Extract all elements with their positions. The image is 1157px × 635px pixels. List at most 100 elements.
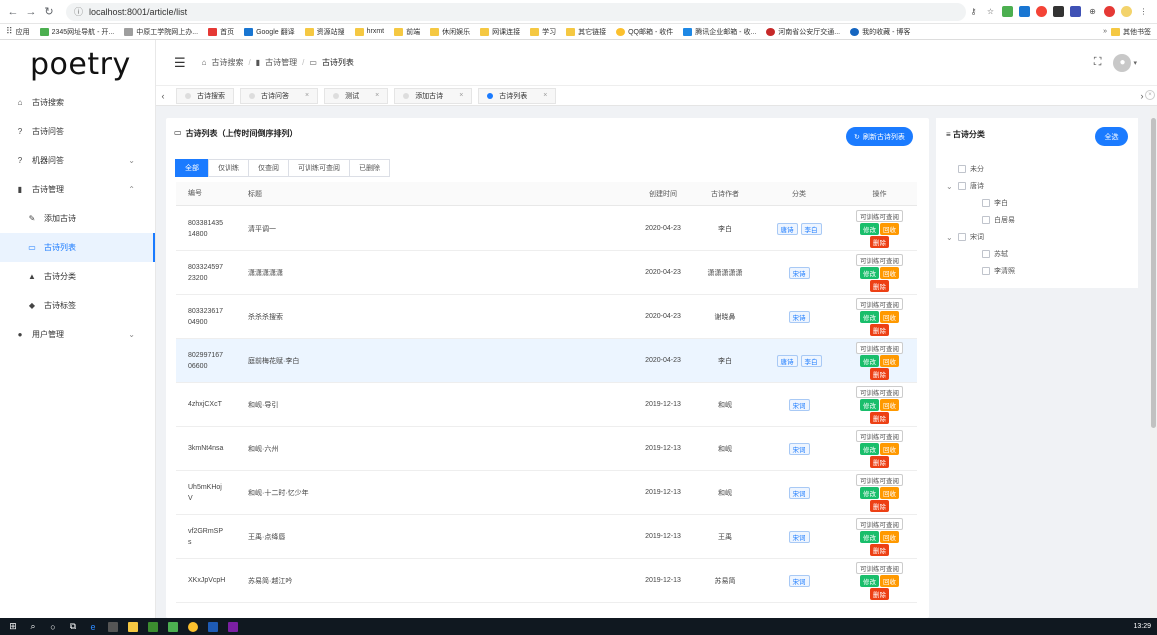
checkbox[interactable] [958, 165, 966, 173]
checkbox[interactable] [982, 199, 990, 207]
delete-button[interactable]: 删除 [870, 279, 889, 292]
tabs-left-arrow-icon[interactable]: ‹ [156, 91, 170, 101]
train-view-button[interactable]: 可训练可查阅 [856, 341, 903, 354]
caret-down-icon[interactable]: ▾ [1133, 59, 1137, 67]
tab-test[interactable]: 测试 × [324, 87, 389, 104]
bookmark[interactable]: 我的收藏 - 博客 [850, 27, 910, 37]
edit-button[interactable]: 修改 [860, 310, 879, 323]
breadcrumb-item[interactable]: 古诗搜索 [212, 57, 244, 68]
sidebar-item-poem-qa[interactable]: ? 古诗问答 [0, 117, 155, 146]
train-view-button[interactable]: 可训练可查阅 [856, 429, 903, 442]
search-icon[interactable]: ⌕ [28, 621, 38, 632]
delete-button[interactable]: 删除 [870, 235, 889, 248]
app-icon[interactable] [148, 621, 158, 632]
sidebar-item-poem-category[interactable]: ▲ 古诗分类 [0, 262, 155, 291]
profile-icon[interactable] [1121, 6, 1132, 17]
train-view-button[interactable]: 可训练可查阅 [856, 253, 903, 266]
calculator-icon[interactable] [108, 621, 118, 632]
sidebar-item-poem-tags[interactable]: ◆ 古诗标签 [0, 291, 155, 320]
extension-icon[interactable] [1053, 6, 1064, 17]
table-row[interactable]: Uh5mKHoj V 和岘·十二时·忆少年 2019-12-13 和岘 宋词 可训… [176, 471, 917, 515]
recycle-button[interactable]: 回收 [880, 530, 899, 543]
info-icon[interactable]: ⓘ [74, 5, 83, 18]
star-icon[interactable]: ☆ [985, 6, 996, 17]
edit-button[interactable]: 修改 [860, 222, 879, 235]
recycle-button[interactable]: 回收 [880, 486, 899, 499]
checkbox[interactable] [958, 182, 966, 190]
bookmark[interactable]: 休闲娱乐 [430, 27, 470, 37]
delete-button[interactable]: 删除 [870, 367, 889, 380]
table-row[interactable]: 3kmNt4nsa 和岘·六州 2019-12-13 和岘 宋词 可训练可查阅 … [176, 427, 917, 471]
app-icon[interactable] [228, 621, 238, 632]
refresh-list-button[interactable]: ↻ 刷新古诗列表 [846, 127, 913, 146]
scrollbar-thumb[interactable] [1151, 118, 1156, 428]
address-bar[interactable]: ⓘ localhost:8001/article/list [66, 2, 966, 21]
windows-start-icon[interactable]: ⊞ [8, 621, 18, 632]
back-icon[interactable]: ← [6, 5, 20, 19]
table-row[interactable]: 4zhxjCXcT 和岘·导引 2019-12-13 和岘 宋词 可训练可查阅 … [176, 383, 917, 427]
close-icon[interactable]: × [543, 92, 547, 99]
bookmark[interactable]: 学习 [530, 27, 556, 37]
edit-button[interactable]: 修改 [860, 574, 879, 587]
expand-arrow-icon[interactable]: ⌄ [946, 182, 954, 191]
checkbox[interactable] [982, 250, 990, 258]
bookmark[interactable]: 2345网址导航 - 开... [39, 27, 114, 37]
extension-icon[interactable] [1104, 6, 1115, 17]
recycle-button[interactable]: 回收 [880, 398, 899, 411]
close-icon[interactable]: × [305, 92, 309, 99]
sidebar-item-machine-qa[interactable]: ? 机器问答 ⌄ [0, 146, 155, 175]
bookmark[interactable]: 其它链接 [566, 27, 606, 37]
sidebar-item-poem-search[interactable]: ⌂ 古诗搜索 [0, 88, 155, 117]
train-view-button[interactable]: 可训练可查阅 [856, 385, 903, 398]
filter-deleted[interactable]: 已删除 [349, 159, 390, 177]
table-row[interactable]: 802997167 06600 庭前梅花赋·李白 2020-04-23 李白 唐诗… [176, 339, 917, 383]
more-bookmarks-icon[interactable]: » [1103, 28, 1107, 35]
delete-button[interactable]: 删除 [870, 323, 889, 336]
bookmark[interactable]: 河南省公安厅交通... [766, 27, 840, 37]
bookmark[interactable]: 前端 [394, 27, 420, 37]
word-icon[interactable] [208, 621, 218, 632]
sidebar-item-user-manage[interactable]: ● 用户管理 ⌄ [0, 320, 155, 349]
file-explorer-icon[interactable] [128, 621, 138, 632]
filter-train-and-view[interactable]: 可训练可查阅 [288, 159, 350, 177]
delete-button[interactable]: 删除 [870, 455, 889, 468]
edit-button[interactable]: 修改 [860, 486, 879, 499]
bookmark[interactable]: 其他书签 [1111, 27, 1151, 37]
tab-poem-search[interactable]: 古诗搜索 [176, 87, 234, 104]
avatar[interactable]: ● [1113, 53, 1132, 72]
bookmark[interactable]: ⠿ 应用 [6, 26, 30, 37]
edit-button[interactable]: 修改 [860, 442, 879, 455]
bookmark[interactable]: QQ邮箱 - 收件 [616, 27, 673, 37]
bookmark[interactable]: 网课连接 [480, 27, 520, 37]
tree-node[interactable]: 未分 [946, 164, 984, 174]
bookmark[interactable]: hrxmt [354, 27, 384, 36]
tree-node[interactable]: ⌄ 宋词 [946, 232, 984, 242]
expand-arrow-icon[interactable]: ⌄ [946, 233, 954, 242]
app-icon[interactable] [168, 621, 178, 632]
delete-button[interactable]: 删除 [870, 411, 889, 424]
train-view-button[interactable]: 可训练可查阅 [856, 517, 903, 530]
recycle-button[interactable]: 回收 [880, 266, 899, 279]
filter-train-only[interactable]: 仅训练 [208, 159, 249, 177]
sidebar-item-poem-list[interactable]: ▭ 古诗列表 [0, 233, 155, 262]
filter-view-only[interactable]: 仅查阅 [248, 159, 289, 177]
tab-poem-list[interactable]: 古诗列表 × [478, 87, 557, 104]
bookmark[interactable]: 资源站搜 [304, 27, 345, 37]
hamburger-icon[interactable]: ☰ [174, 55, 186, 71]
tree-node[interactable]: 白居易 [970, 215, 1015, 225]
bookmark[interactable]: 中原工学院网上办... [124, 27, 198, 37]
table-row[interactable]: 803323617 04900 杀杀杀搜索 2020-04-23 谢晓鼻 宋诗 可… [176, 295, 917, 339]
extension-icon[interactable]: ⊕ [1087, 6, 1098, 17]
recycle-button[interactable]: 回收 [880, 222, 899, 235]
tree-node[interactable]: 李白 [970, 198, 1008, 208]
extension-icon[interactable] [1070, 6, 1081, 17]
bookmark[interactable]: Google 翻译 [244, 27, 295, 37]
train-view-button[interactable]: 可训练可查阅 [856, 209, 903, 222]
tree-node[interactable]: ⌄ 唐诗 [946, 181, 984, 191]
table-row[interactable]: 803324597 23200 潇潇潇潇潇 2020-04-23 潇潇潇潇潇 宋诗… [176, 251, 917, 295]
train-view-button[interactable]: 可训练可查阅 [856, 297, 903, 310]
cortana-icon[interactable]: ○ [48, 622, 58, 632]
fullscreen-icon[interactable]: ⛶ [1094, 56, 1102, 69]
close-icon[interactable]: × [459, 92, 463, 99]
recycle-button[interactable]: 回收 [880, 354, 899, 367]
